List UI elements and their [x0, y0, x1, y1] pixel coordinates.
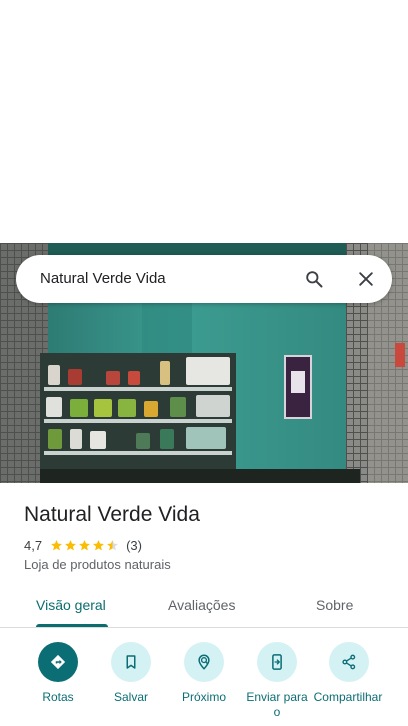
star-half-icon: [107, 539, 118, 550]
directions-label: Rotas: [42, 690, 74, 704]
tab-overview[interactable]: Visão geral: [36, 596, 106, 614]
rating-row[interactable]: 4,7 (3): [24, 536, 142, 554]
star-icon: [51, 539, 62, 550]
search-bar[interactable]: Natural Verde Vida: [16, 255, 392, 303]
star-icon: [65, 539, 76, 550]
search-query[interactable]: Natural Verde Vida: [40, 269, 166, 289]
review-count[interactable]: (3): [126, 538, 142, 553]
send-to-phone-label: Enviar para o: [246, 690, 308, 719]
bookmark-icon: [126, 655, 136, 669]
star-icon: [93, 539, 104, 550]
directions-icon: [50, 654, 66, 670]
send-to-phone-icon: [272, 654, 282, 670]
share-button[interactable]: Compartilhar: [312, 642, 386, 705]
action-bar: Rotas Salvar Próximo Enviar para o Compa…: [0, 640, 408, 726]
nearby-icon: [198, 654, 210, 670]
directions-button[interactable]: Rotas: [21, 642, 95, 705]
save-label: Salvar: [113, 690, 148, 704]
nearby-label: Próximo: [181, 690, 226, 704]
send-to-phone-button[interactable]: Enviar para o: [240, 642, 314, 720]
poster: [284, 355, 312, 419]
star-rating: [50, 539, 120, 552]
search-icon[interactable]: [304, 269, 324, 289]
share-icon: [342, 654, 356, 670]
share-label: Compartilhar: [313, 690, 383, 704]
tab-reviews[interactable]: Avaliações: [168, 596, 235, 614]
map-area: [0, 0, 408, 243]
nearby-button[interactable]: Próximo: [167, 642, 241, 705]
close-icon[interactable]: [356, 269, 376, 289]
tab-indicator: [36, 624, 108, 627]
star-icon: [79, 539, 90, 550]
tab-about[interactable]: Sobre: [316, 596, 353, 614]
place-title: Natural Verde Vida: [24, 503, 200, 526]
save-button[interactable]: Salvar: [94, 642, 168, 705]
place-category[interactable]: Loja de produtos naturais: [24, 556, 171, 573]
tab-bar: Visão geral Avaliações Sobre: [0, 586, 408, 628]
rating-value: 4,7: [24, 537, 43, 553]
